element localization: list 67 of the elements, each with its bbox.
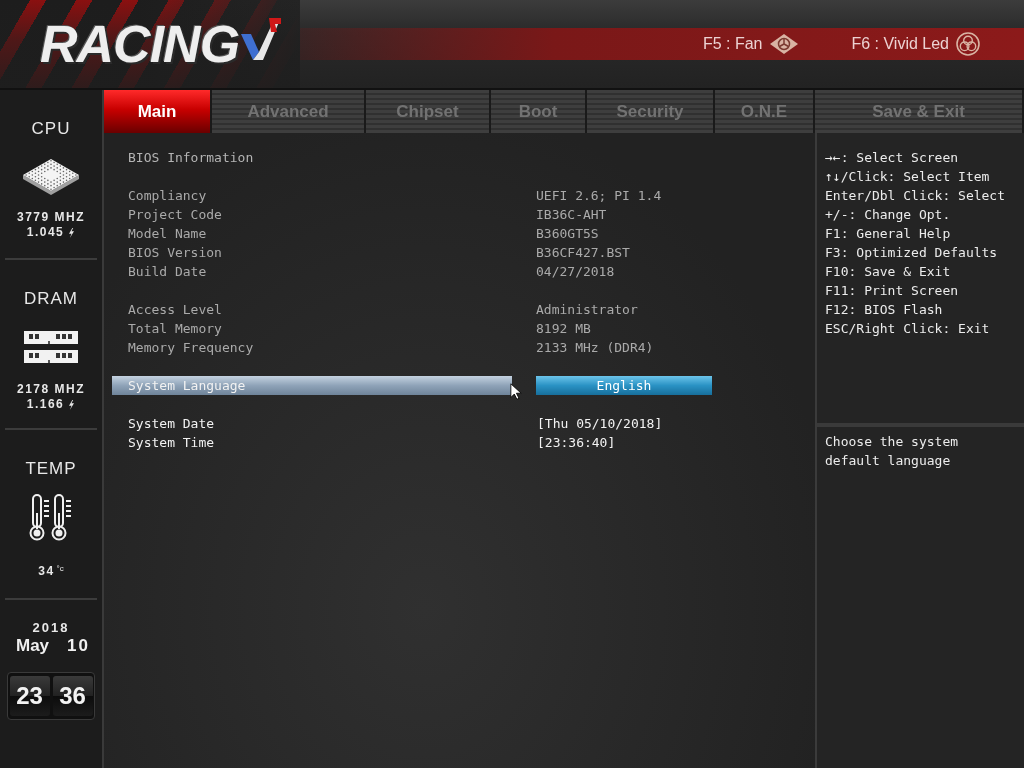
tab[interactable]: Boot xyxy=(491,90,587,133)
cpu-chip-icon xyxy=(21,157,81,197)
info-value: 8192 MB xyxy=(536,320,591,338)
info-value: B360GT5S xyxy=(536,225,599,243)
help-description: Choose the system default language xyxy=(825,433,960,470)
help-line: +/-: Change Opt. xyxy=(825,206,951,224)
setting-label[interactable]: System Date xyxy=(112,414,512,433)
monitor-reading: 2178 MHZ xyxy=(17,382,85,397)
info-value: IB36C-AHT xyxy=(536,206,607,224)
memory-module-icon xyxy=(24,331,78,363)
help-line: ESC/Right Click: Exit xyxy=(825,320,990,338)
help-line: F11: Print Screen xyxy=(825,282,959,300)
monitor-reading: 3779 MHZ xyxy=(17,210,85,225)
info-value: UEFI 2.6; PI 1.4 xyxy=(536,187,662,205)
info-label: BIOS Version xyxy=(128,244,222,262)
help-line: ↑↓/Click: Select Item xyxy=(825,168,990,186)
clock-hours: 23 xyxy=(9,676,50,716)
help-line: F10: Save & Exit xyxy=(825,263,951,281)
setting-value[interactable]: [23:36:40] xyxy=(536,433,616,452)
info-value: B36CF427.BST xyxy=(536,244,630,262)
info-value: Administrator xyxy=(536,301,638,319)
tab[interactable]: Security xyxy=(587,90,715,133)
help-line: F3: Optimized Defaults xyxy=(825,244,998,262)
help-line: Enter/Dbl Click: Select xyxy=(825,187,1005,205)
thermometer-icon xyxy=(29,493,73,541)
info-label: Build Date xyxy=(128,263,207,281)
fan-icon xyxy=(769,33,800,55)
lightning-icon xyxy=(68,227,76,238)
logo-mark-icon xyxy=(239,16,284,62)
monitor-reading: 34 xyxy=(38,564,55,579)
date-month: May xyxy=(16,636,50,656)
help-line: F1: General Help xyxy=(825,225,951,243)
led-icon xyxy=(956,32,980,56)
info-label: Model Name xyxy=(128,225,207,243)
info-label: Total Memory xyxy=(128,320,222,338)
info-value: 04/27/2018 xyxy=(536,263,615,281)
monitor-title: CPU xyxy=(31,120,71,138)
clock-minutes: 36 xyxy=(52,676,93,716)
info-label: Compliancy xyxy=(128,187,207,205)
setting-value[interactable]: English xyxy=(536,376,712,395)
info-label: Access Level xyxy=(128,301,222,319)
logo-text: RACING xyxy=(40,18,240,70)
hotkey-button[interactable]: F5 : Fan xyxy=(702,32,800,56)
monitor-title: DRAM xyxy=(23,290,79,308)
voltage-reading: 1.045 xyxy=(26,225,65,240)
voltage-reading: 1.166 xyxy=(26,397,65,412)
tab[interactable]: Advanced xyxy=(212,90,366,133)
setting-label[interactable]: System Language xyxy=(112,376,512,395)
mouse-pointer-icon xyxy=(510,382,522,401)
tab[interactable]: Main xyxy=(104,90,212,133)
date-day: 10 xyxy=(67,636,90,656)
help-line: F12: BIOS Flash xyxy=(825,301,943,319)
monitor-title: TEMP xyxy=(25,460,77,478)
tab[interactable]: Chipset xyxy=(366,90,491,133)
lightning-icon xyxy=(68,399,76,410)
section-title: BIOS Information xyxy=(128,149,254,167)
unit-label: °c xyxy=(56,564,64,573)
setting-value[interactable]: [Thu 05/10/2018] xyxy=(536,414,663,433)
help-line: →←: Select Screen xyxy=(825,149,959,167)
tab[interactable]: O.N.E xyxy=(715,90,815,133)
tab[interactable]: Save & Exit xyxy=(815,90,1024,133)
hotkey-button[interactable]: F6 : Vivid Led xyxy=(851,32,980,56)
setting-label[interactable]: System Time xyxy=(112,433,512,452)
date-year: 2018 xyxy=(32,620,70,636)
info-label: Memory Frequency xyxy=(128,339,254,357)
info-value: 2133 MHz (DDR4) xyxy=(536,339,654,357)
info-label: Project Code xyxy=(128,206,222,224)
